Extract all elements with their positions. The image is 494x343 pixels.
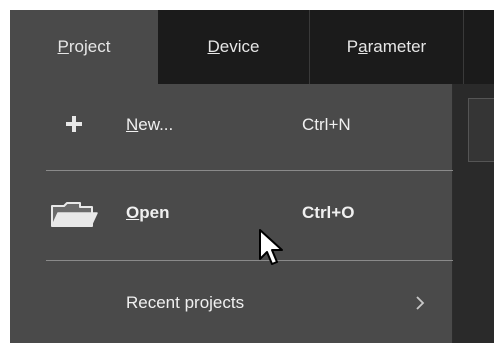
menu-item-open-label: Open xyxy=(126,172,169,254)
menu-device[interactable]: Device xyxy=(158,10,310,84)
menu-parameter-pre: P xyxy=(346,37,359,56)
menu-item-new-shortcut: Ctrl+N xyxy=(302,115,351,134)
menu-project-rest: roject xyxy=(68,37,111,56)
project-dropdown-menu: New... Ctrl+N Open Ctrl+O Recent project… xyxy=(10,84,453,343)
menu-parameter-accel: a xyxy=(358,37,368,56)
menu-separator xyxy=(46,260,453,261)
app-window: Project Device Parameter New... Ctrl+N O… xyxy=(10,10,494,343)
menu-item-open-accel: O xyxy=(126,203,140,222)
menu-item-open[interactable]: Open Ctrl+O xyxy=(10,172,453,254)
menu-item-new[interactable]: New... Ctrl+N xyxy=(10,84,453,166)
menu-item-new-label: New... xyxy=(126,84,173,166)
chevron-right-icon xyxy=(416,296,425,310)
menu-separator xyxy=(46,170,453,171)
plus-icon xyxy=(66,116,82,132)
menu-item-open-rest: pen xyxy=(139,203,170,222)
menu-parameter-rest: rameter xyxy=(367,37,427,56)
menu-item-recent-projects[interactable]: Recent projects xyxy=(10,262,453,343)
menu-project[interactable]: Project xyxy=(10,10,158,84)
background-control xyxy=(468,98,494,162)
menu-parameter[interactable]: Parameter xyxy=(310,10,464,84)
menu-bar: Project Device Parameter xyxy=(10,10,494,84)
menu-item-recent-label: Recent projects xyxy=(126,293,245,312)
folder-icon xyxy=(51,202,98,227)
menu-item-new-accel: N xyxy=(126,115,139,134)
menu-item-open-shortcut: Ctrl+O xyxy=(302,203,355,222)
mouse-cursor-icon xyxy=(259,229,283,265)
menu-item-new-rest: ew... xyxy=(138,115,174,134)
menu-device-rest: evice xyxy=(219,37,260,56)
menu-device-accel: D xyxy=(207,37,220,56)
menu-project-accel: P xyxy=(57,37,69,56)
